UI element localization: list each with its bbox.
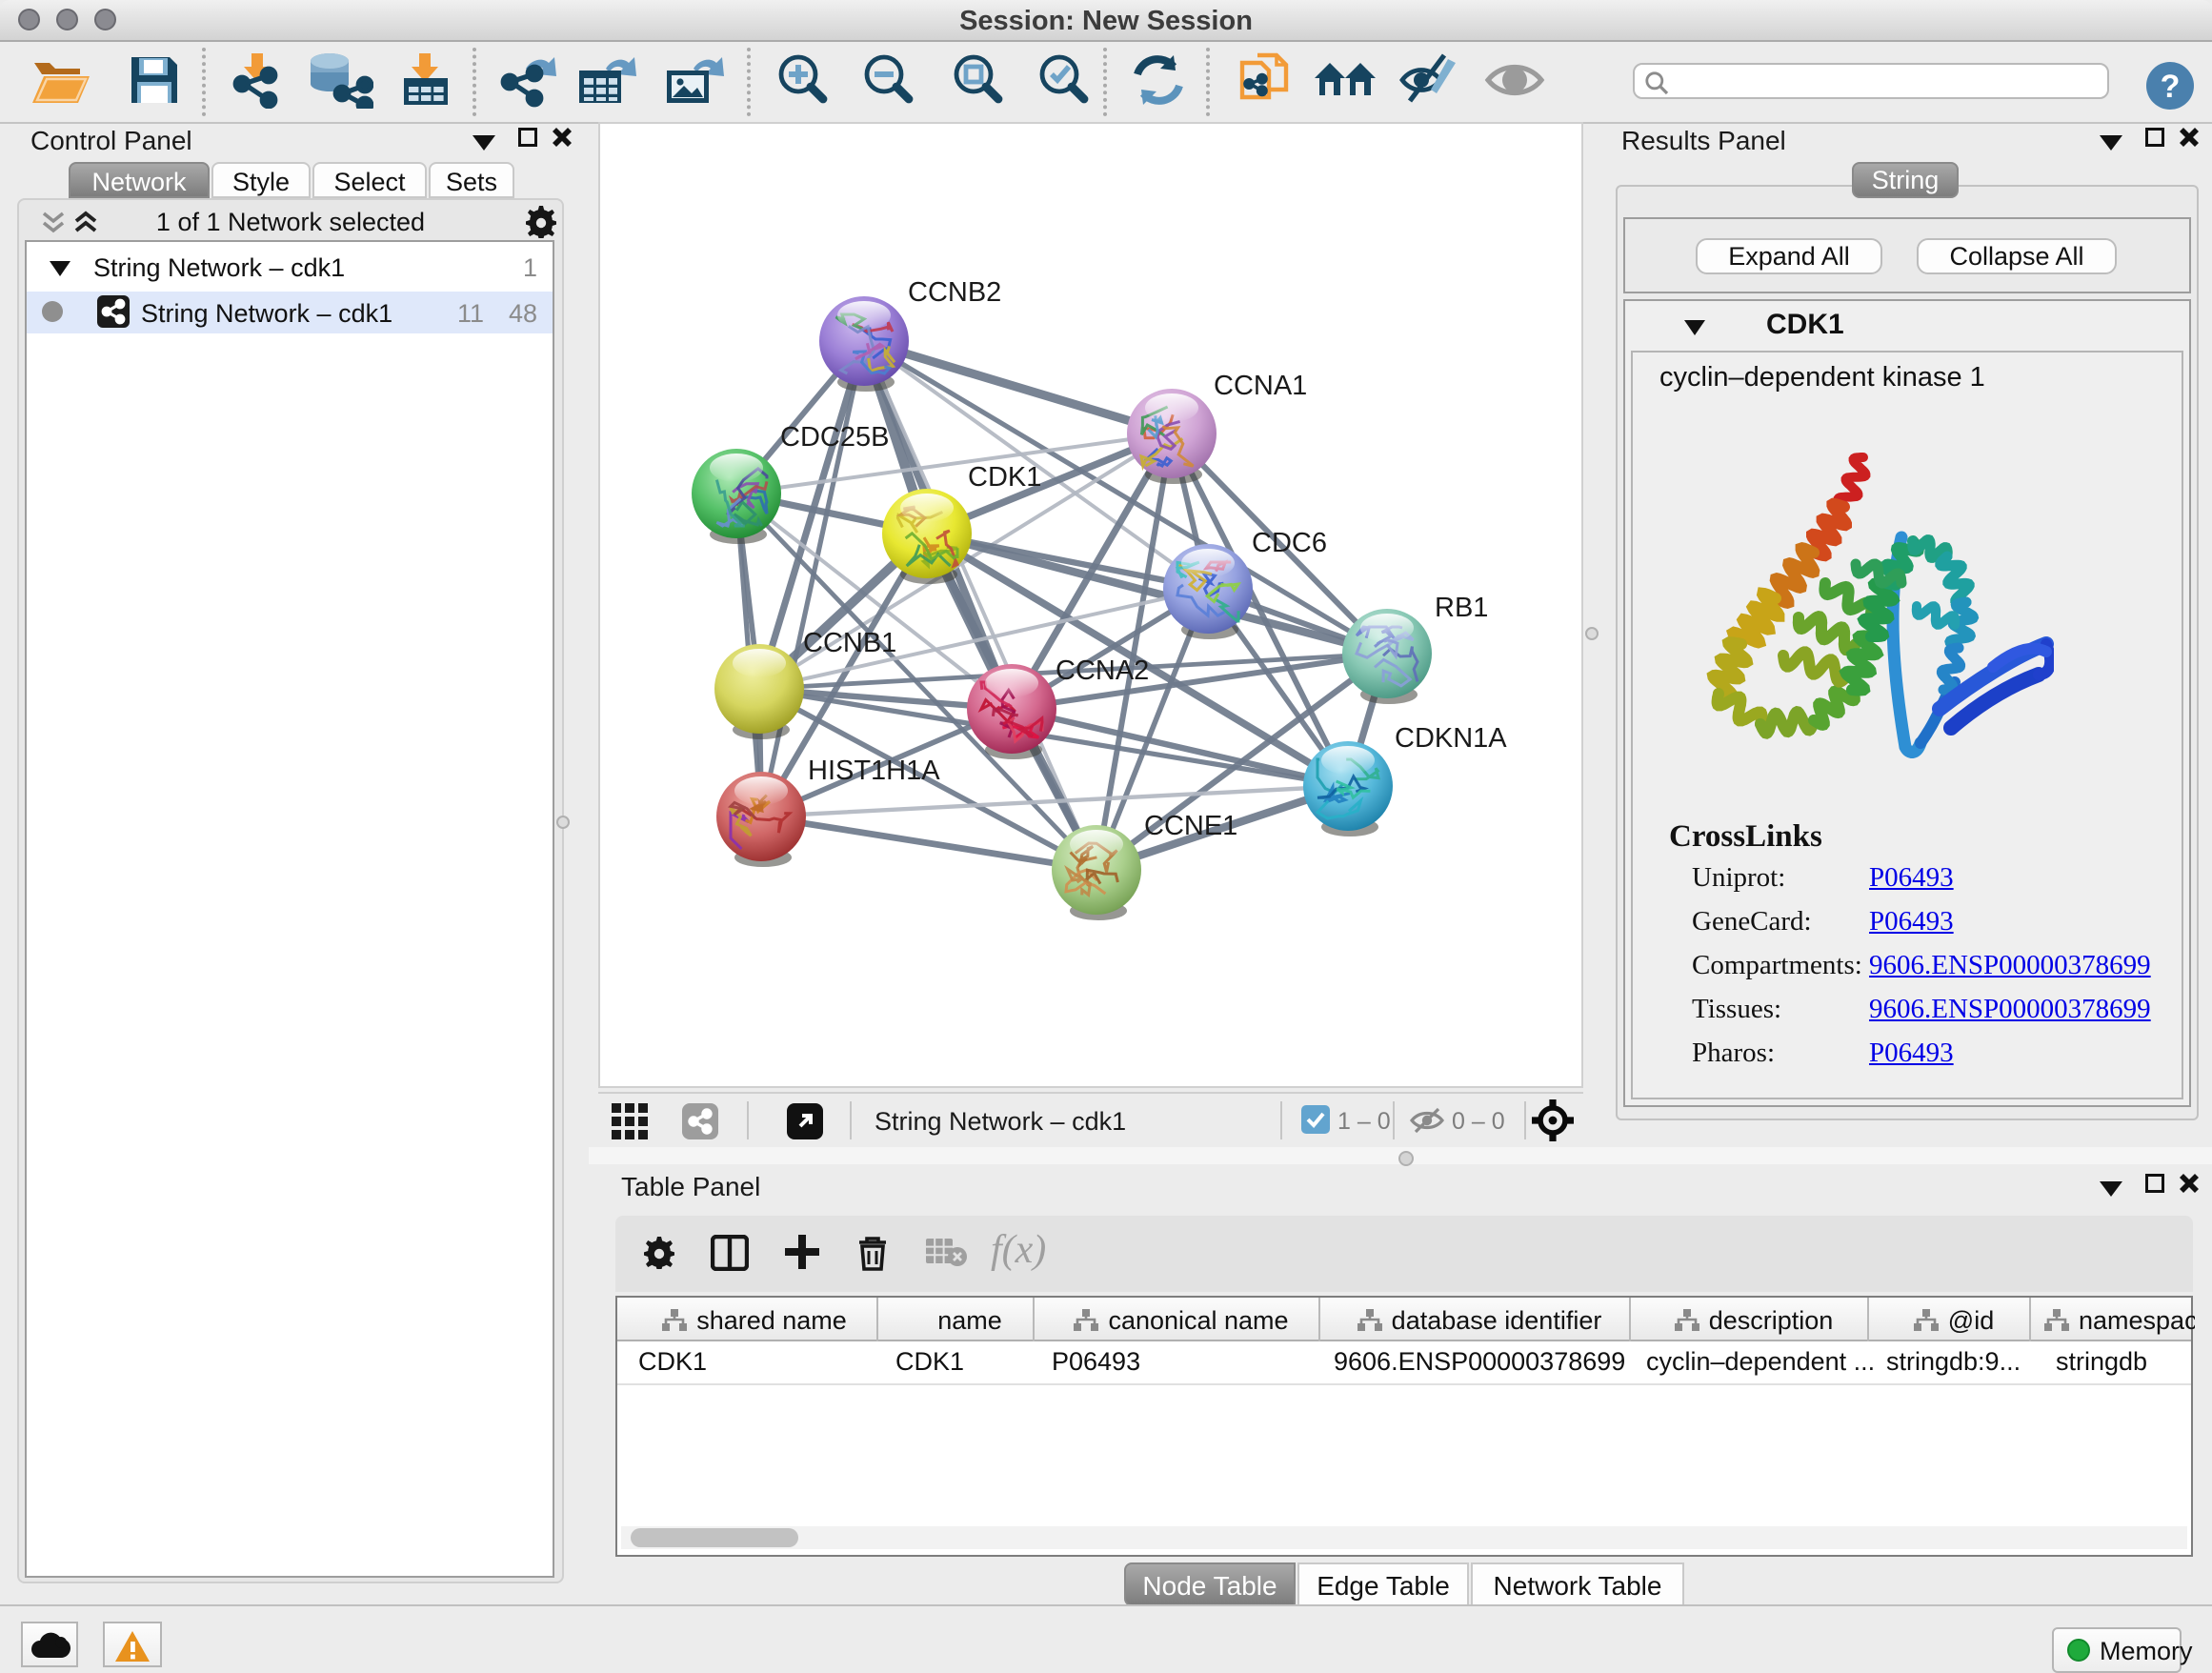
svg-text:CDK1: CDK1: [968, 462, 1041, 493]
svg-text:CCNA1: CCNA1: [1214, 371, 1307, 401]
svg-text:CDC6: CDC6: [1252, 528, 1327, 558]
svg-text:RB1: RB1: [1435, 593, 1488, 623]
svg-text:CCNE1: CCNE1: [1144, 811, 1237, 841]
svg-text:CDC25B: CDC25B: [780, 422, 889, 453]
svg-text:?: ?: [2161, 69, 2181, 105]
svg-text:CCNA2: CCNA2: [1056, 655, 1149, 686]
svg-text:HIST1H1A: HIST1H1A: [808, 756, 940, 786]
svg-text:CCNB1: CCNB1: [803, 628, 896, 658]
svg-text:CDKN1A: CDKN1A: [1395, 723, 1507, 754]
svg-text:CCNB2: CCNB2: [908, 277, 1001, 308]
